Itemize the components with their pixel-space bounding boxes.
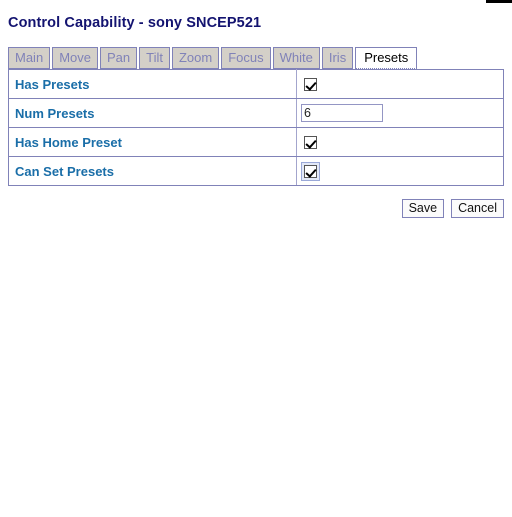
- tab-presets[interactable]: Presets: [355, 47, 418, 69]
- checkbox-wrapper: [301, 133, 320, 152]
- checkbox-has-presets[interactable]: [304, 77, 317, 91]
- tab-zoom[interactable]: Zoom: [171, 47, 220, 69]
- table-row: Has Presets: [8, 69, 504, 99]
- checkbox-wrapper: [301, 75, 320, 94]
- checkbox-can-set-presets[interactable]: [304, 164, 317, 178]
- control-capability-page: Control Capability - sony SNCEP521 Main M…: [0, 0, 512, 218]
- tab-tilt[interactable]: Tilt: [139, 47, 170, 69]
- page-title: Control Capability - sony SNCEP521: [8, 15, 262, 31]
- tab-move[interactable]: Move: [52, 47, 98, 69]
- tab-white[interactable]: White: [272, 47, 320, 69]
- row-value: [296, 127, 504, 157]
- capability-table-body: Has PresetsNum PresetsHas Home PresetCan…: [8, 69, 504, 186]
- save-button[interactable]: Save: [401, 199, 445, 218]
- table-row: Has Home Preset: [8, 127, 504, 157]
- capability-table: Has PresetsNum PresetsHas Home PresetCan…: [8, 69, 504, 186]
- row-label: Has Home Preset: [8, 127, 297, 157]
- row-label: Has Presets: [8, 69, 297, 99]
- input-num-presets[interactable]: [301, 104, 383, 122]
- row-value: [296, 156, 504, 186]
- table-row: Can Set Presets: [8, 156, 504, 186]
- tab-pan[interactable]: Pan: [99, 47, 138, 69]
- row-label: Can Set Presets: [8, 156, 297, 186]
- row-value: [296, 69, 504, 99]
- checkbox-wrapper: [301, 161, 320, 181]
- tab-main[interactable]: Main: [8, 47, 51, 69]
- checkbox-has-home-preset[interactable]: [304, 135, 317, 149]
- form-actions: Save Cancel: [0, 199, 504, 218]
- tab-focus[interactable]: Focus: [221, 47, 271, 69]
- table-row: Num Presets: [8, 98, 504, 128]
- tab-bar: Main Move Pan Tilt Zoom Focus White Iris Presets: [8, 47, 512, 69]
- row-label: Num Presets: [8, 98, 297, 128]
- row-value: [296, 98, 504, 128]
- tab-iris[interactable]: Iris: [321, 47, 354, 69]
- cancel-button[interactable]: Cancel: [451, 199, 504, 218]
